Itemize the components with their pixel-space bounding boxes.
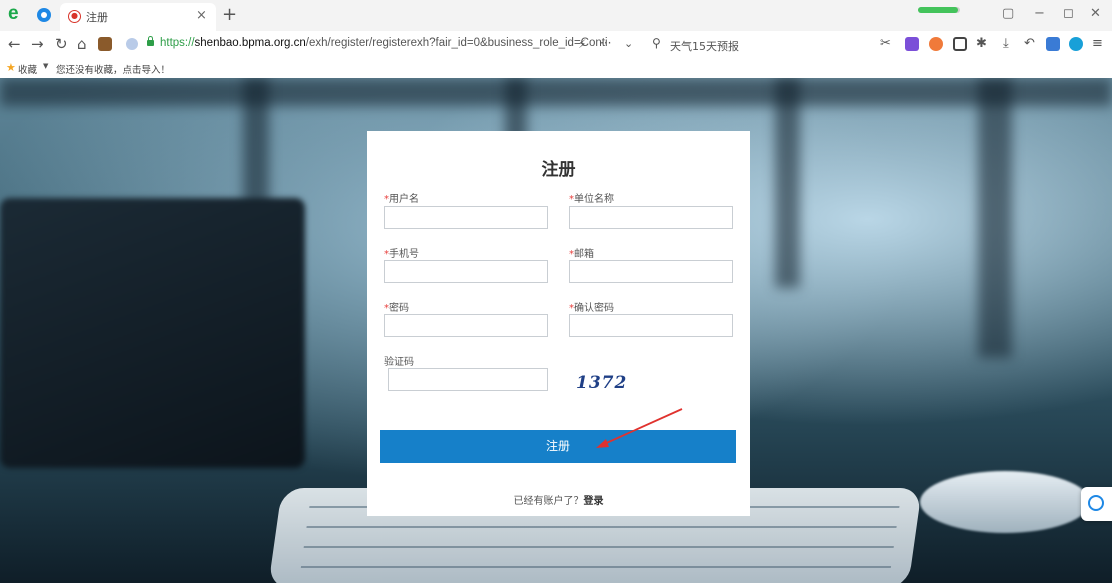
register-card: 注册 *用户名 *单位名称 *手机号 *邮箱 *密码 *确认密码 验证码 137… (367, 131, 750, 516)
tab-register[interactable]: ● 注册 × (60, 3, 216, 31)
forward-button[interactable]: → (31, 35, 44, 53)
star-icon: ★ (6, 61, 16, 74)
confirm-password-label: *确认密码 (569, 299, 614, 314)
site-favicon-icon: ● (68, 10, 81, 23)
password-label: *密码 (384, 299, 409, 314)
progress-fill (918, 7, 958, 13)
close-window-button[interactable]: ✕ (1090, 6, 1101, 21)
extension-blue-icon[interactable] (1046, 37, 1060, 51)
minimize-button[interactable]: − (1034, 6, 1045, 21)
extension-purple-icon[interactable] (905, 37, 919, 51)
username-label-text: 用户名 (389, 194, 419, 205)
annotation-arrow (596, 408, 683, 448)
download-icon[interactable]: ⤓ (1003, 36, 1009, 51)
phone-input[interactable] (384, 260, 548, 283)
login-prompt-text: 已经有账户了？ (513, 496, 584, 507)
password-label-text: 密码 (389, 303, 409, 314)
screenshot-icon[interactable] (953, 37, 967, 51)
company-label-text: 单位名称 (574, 194, 614, 205)
username-label: *用户名 (384, 190, 419, 205)
caret-down-icon[interactable]: ▼ (43, 62, 48, 70)
company-input[interactable] (569, 206, 733, 229)
password-input[interactable] (384, 314, 548, 337)
url-protocol: https:// (160, 37, 195, 49)
login-link[interactable]: 登录 (584, 496, 604, 507)
search-field[interactable]: ⚲ 天气15天预报 (650, 34, 860, 55)
captcha-label: 验证码 (384, 357, 414, 368)
page-load-progress (918, 7, 960, 13)
tab-title: 注册 (86, 11, 108, 24)
url-path: /exh/register/registerexh?fair_id=0&busi… (305, 37, 608, 49)
edge-icon[interactable] (1069, 37, 1083, 51)
url-text: https://shenbao.bpma.org.cn/exh/register… (160, 37, 608, 49)
captcha-input[interactable] (388, 368, 548, 391)
favorites-bar: ★ 收藏 ▼ 您还没有收藏，点击导入！ (0, 58, 1112, 79)
back-button[interactable]: ← (8, 35, 21, 53)
lock-icon (147, 36, 154, 46)
address-field[interactable]: https://shenbao.bpma.org.cn/exh/register… (122, 34, 642, 55)
phone-label-text: 手机号 (389, 249, 419, 260)
url-host: shenbao.bpma.org.cn (194, 37, 306, 49)
form-title: 注册 (541, 160, 576, 180)
email-input[interactable] (569, 260, 733, 283)
extension-icon[interactable] (98, 37, 112, 51)
lightning-icon[interactable]: ⚡ (578, 37, 586, 51)
import-favorites-link[interactable]: 您还没有收藏，点击导入！ (56, 62, 170, 76)
confirm-password-input[interactable] (569, 314, 733, 337)
site-info-icon[interactable] (126, 38, 138, 50)
refresh-button[interactable]: ↻ (55, 35, 68, 53)
company-label: *单位名称 (569, 190, 614, 205)
captcha-image[interactable]: 1372 (576, 373, 627, 393)
window-frame (978, 78, 1012, 358)
laptop-image (0, 198, 305, 468)
tab-bar: e ● 注册 × + ▢ − ◻ ✕ (0, 0, 1112, 31)
email-label-text: 邮箱 (574, 249, 594, 260)
scissors-icon[interactable]: ✂ (880, 36, 891, 51)
tab-close-button[interactable]: × (196, 8, 207, 23)
undo-icon[interactable]: ↶ (1024, 36, 1035, 51)
address-bar-row: ← → ↻ ⌂ https://shenbao.bpma.org.cn/exh/… (0, 31, 1112, 59)
assistant-float-button[interactable] (1081, 487, 1112, 521)
new-tab-button[interactable]: + (222, 4, 237, 25)
pinned-tab-icon[interactable] (37, 8, 51, 22)
favorites-menu[interactable]: 收藏 (18, 62, 37, 76)
maximize-button[interactable]: ◻ (1063, 6, 1074, 21)
menu-icon[interactable]: ≡ (1092, 36, 1103, 51)
search-query: 天气15天预报 (670, 40, 739, 53)
window-frame (775, 78, 800, 288)
restore-tabs-icon[interactable]: ▢ (1002, 6, 1014, 21)
home-button[interactable]: ⌂ (77, 35, 87, 53)
assistant-icon (1088, 495, 1104, 511)
phone-label: *手机号 (384, 245, 419, 260)
puzzle-icon[interactable]: ✱ (976, 36, 987, 51)
chevron-down-icon[interactable]: ⌄ (624, 37, 633, 50)
extension-orange-icon[interactable] (929, 37, 943, 51)
search-icon: ⚲ (652, 36, 661, 50)
browser-logo-icon[interactable]: e (8, 4, 26, 23)
login-prompt: 已经有账户了？登录 (367, 492, 750, 507)
window-frame (0, 78, 1112, 106)
email-label: *邮箱 (569, 245, 594, 260)
confirm-password-label-text: 确认密码 (574, 303, 614, 314)
more-icon[interactable]: ··· (600, 36, 611, 50)
mouse-image (920, 471, 1090, 533)
username-input[interactable] (384, 206, 548, 229)
